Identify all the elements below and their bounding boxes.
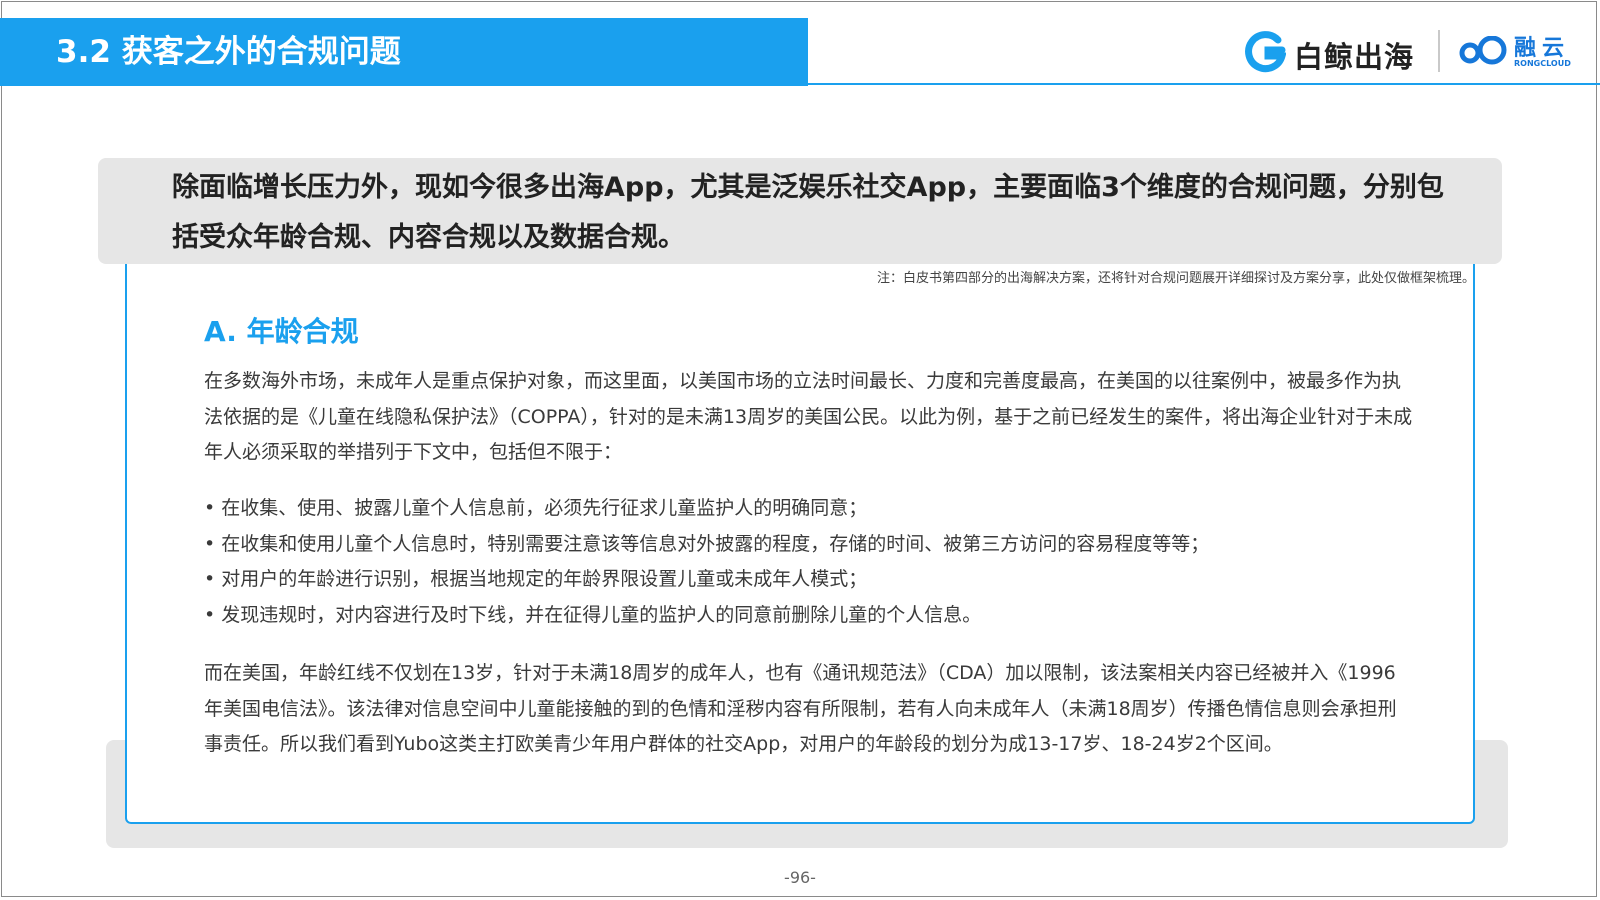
title-bar: 3.2 获客之外的合规问题	[0, 18, 808, 86]
list-item: 对用户的年龄进行识别，根据当地规定的年龄界限设置儿童或未成年人模式；	[204, 562, 1424, 598]
paragraph-cda: 而在美国，年龄红线不仅划在13岁，针对于未满18周岁的成年人，也有《通讯规范法》…	[204, 662, 1397, 755]
header-rule	[808, 83, 1600, 85]
list-item: 在收集、使用、披露儿童个人信息前，必须先行征求儿童监护人的明确同意；	[204, 491, 1424, 527]
list-item: 发现违规时，对内容进行及时下线，并在征得儿童的监护人的同意前删除儿童的个人信息。	[204, 598, 1424, 634]
page-number: -96-	[784, 868, 816, 887]
footnote: 注：白皮书第四部分的出海解决方案，还将针对合规问题展开详细探讨及方案分享，此处仅…	[876, 271, 1475, 286]
section-heading: A. 年龄合规	[204, 315, 359, 348]
baijing-logo-text: 白鲸出海	[1294, 40, 1415, 74]
logo-divider	[1438, 30, 1440, 72]
rongcloud-logo-en: RONGCLOUD	[1514, 59, 1571, 68]
page-title: 3.2 获客之外的合规问题	[56, 34, 401, 70]
rongcloud-logo-cn: 融云	[1514, 36, 1571, 61]
rongcloud-logo: 融云 RONGCLOUD	[1458, 32, 1588, 72]
rongcloud-logo-icon	[1459, 36, 1507, 65]
baijing-logo-icon	[1245, 31, 1286, 73]
paragraph-coppa: 在多数海外市场，未成年人是重点保护对象，而这里面，以美国市场的立法时间最长、力度…	[204, 370, 1413, 463]
list-item: 在收集和使用儿童个人信息时，特别需要注意该等信息对外披露的程度，存储的时间、被第…	[204, 527, 1424, 563]
measures-list: 在收集、使用、披露儿童个人信息前，必须先行征求儿童监护人的明确同意； 在收集和使…	[204, 491, 1424, 633]
intro-text: 除面临增长压力外，现如今很多出海App，尤其是泛娱乐社交App，主要面临3个维度…	[172, 172, 1444, 253]
